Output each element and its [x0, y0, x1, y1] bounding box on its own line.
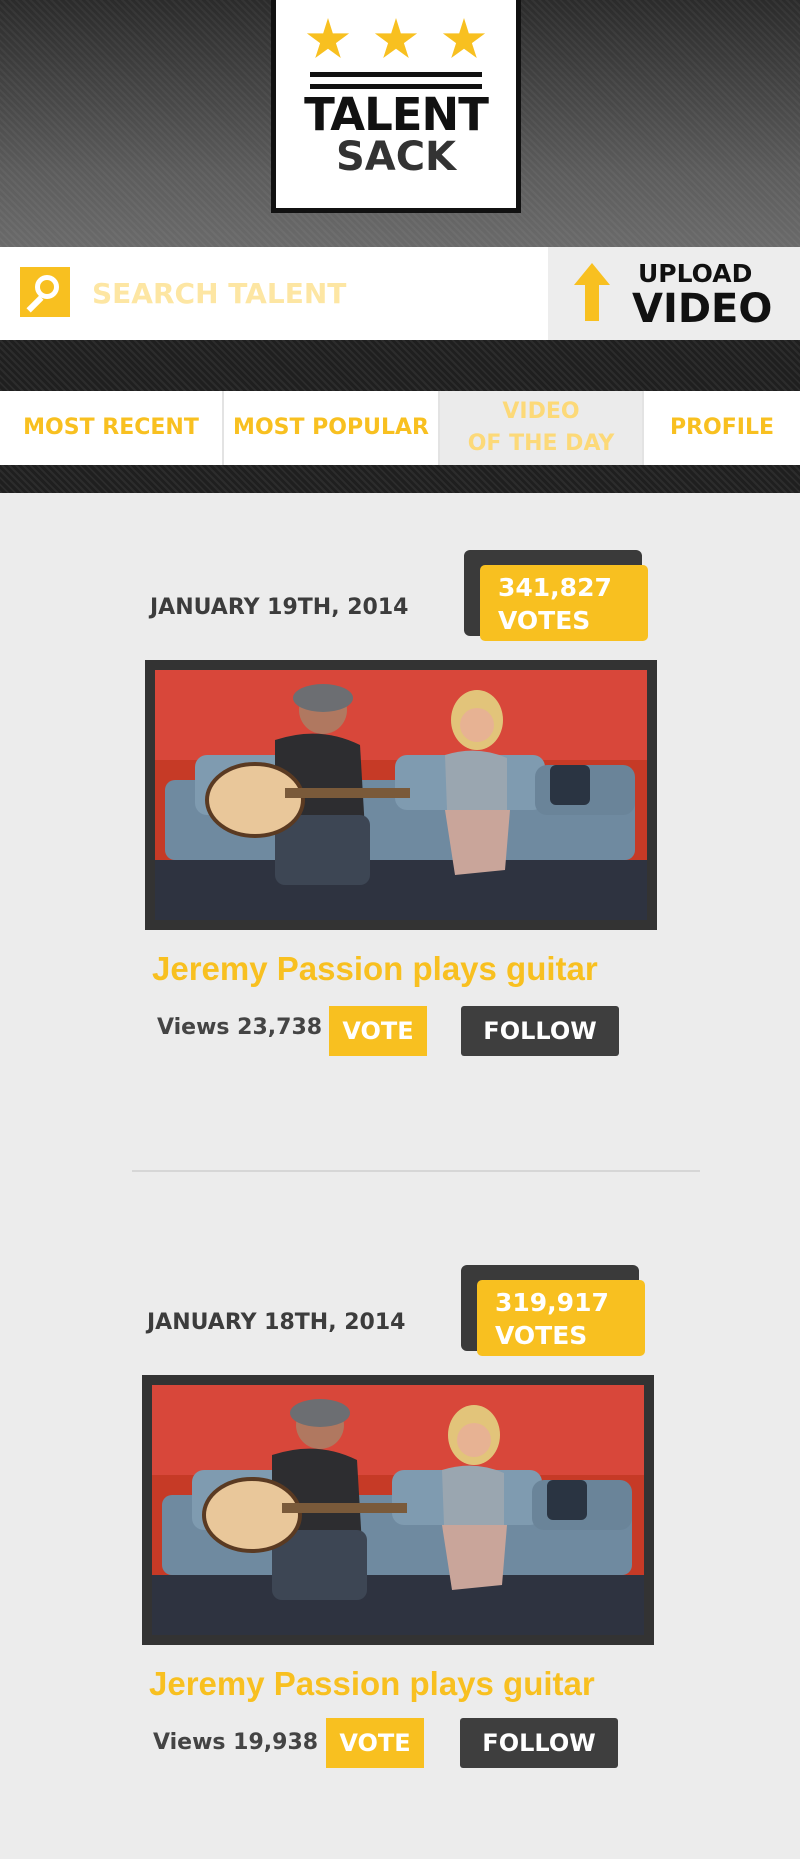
tab-most-recent[interactable]: MOST RECENT: [0, 391, 224, 465]
star-icon: [442, 18, 486, 59]
upload-label: UPLOAD: [638, 259, 753, 288]
video-thumbnail[interactable]: [145, 660, 657, 930]
up-arrow-icon: [574, 263, 610, 285]
feed-divider: [132, 1170, 700, 1172]
votes-label: VOTES: [498, 606, 591, 635]
talent-sack-logo[interactable]: TALENT SACK: [271, 0, 521, 213]
video-thumbnail-image: [152, 1385, 644, 1635]
header-divider-strip: [0, 340, 800, 391]
magnifier-icon[interactable]: [20, 267, 70, 317]
post-date: JANUARY 18TH, 2014: [147, 1310, 406, 1335]
star-icon: [374, 18, 418, 59]
search-input[interactable]: [92, 271, 522, 315]
header: TALENT SACK: [0, 0, 800, 247]
video-label: VIDEO: [632, 286, 773, 332]
upload-video-button[interactable]: UPLOAD VIDEO: [548, 247, 800, 340]
video-card: JANUARY 18TH, 2014 319,917 VOTES Jeremy: [0, 1255, 800, 1775]
vote-button[interactable]: VOTE: [326, 1718, 424, 1768]
follow-button[interactable]: FOLLOW: [461, 1006, 619, 1056]
votes-label: VOTES: [495, 1321, 588, 1350]
tabs-divider-strip: [0, 465, 800, 493]
video-title[interactable]: Jeremy Passion plays guitar: [152, 950, 598, 988]
tab-profile[interactable]: PROFILE: [644, 391, 800, 465]
follow-button[interactable]: FOLLOW: [460, 1718, 618, 1768]
views-count: Views 23,738: [157, 1015, 323, 1040]
votes-badge: 319,917 VOTES: [477, 1280, 645, 1356]
votes-count: 319,917: [495, 1288, 609, 1317]
up-arrow-shaft: [585, 284, 599, 321]
votes-badge: 341,827 VOTES: [480, 565, 648, 641]
post-date: JANUARY 19TH, 2014: [150, 595, 409, 620]
votes-count: 341,827: [498, 573, 612, 602]
magnifier-handle: [26, 295, 44, 313]
tab-most-popular[interactable]: MOST POPULAR: [224, 391, 440, 465]
tab-video-of-the-day[interactable]: VIDEO OF THE DAY: [440, 391, 644, 465]
views-count: Views 19,938: [153, 1730, 319, 1755]
logo-text-sack: SACK: [335, 134, 457, 180]
tab-bar: MOST RECENT MOST POPULAR VIDEO OF THE DA…: [0, 391, 800, 465]
vote-button[interactable]: VOTE: [329, 1006, 427, 1056]
star-icon: [306, 18, 350, 59]
logo-text-talent: TALENT: [304, 88, 489, 141]
search-bar: UPLOAD VIDEO: [0, 247, 800, 340]
logo-stars: [276, 18, 516, 62]
video-thumbnail-image: [155, 670, 647, 920]
logo-rule: [310, 72, 482, 77]
video-title[interactable]: Jeremy Passion plays guitar: [149, 1665, 595, 1703]
video-card: JANUARY 19TH, 2014 341,827 VOTES Jeremy: [0, 540, 800, 1060]
video-thumbnail[interactable]: [142, 1375, 654, 1645]
